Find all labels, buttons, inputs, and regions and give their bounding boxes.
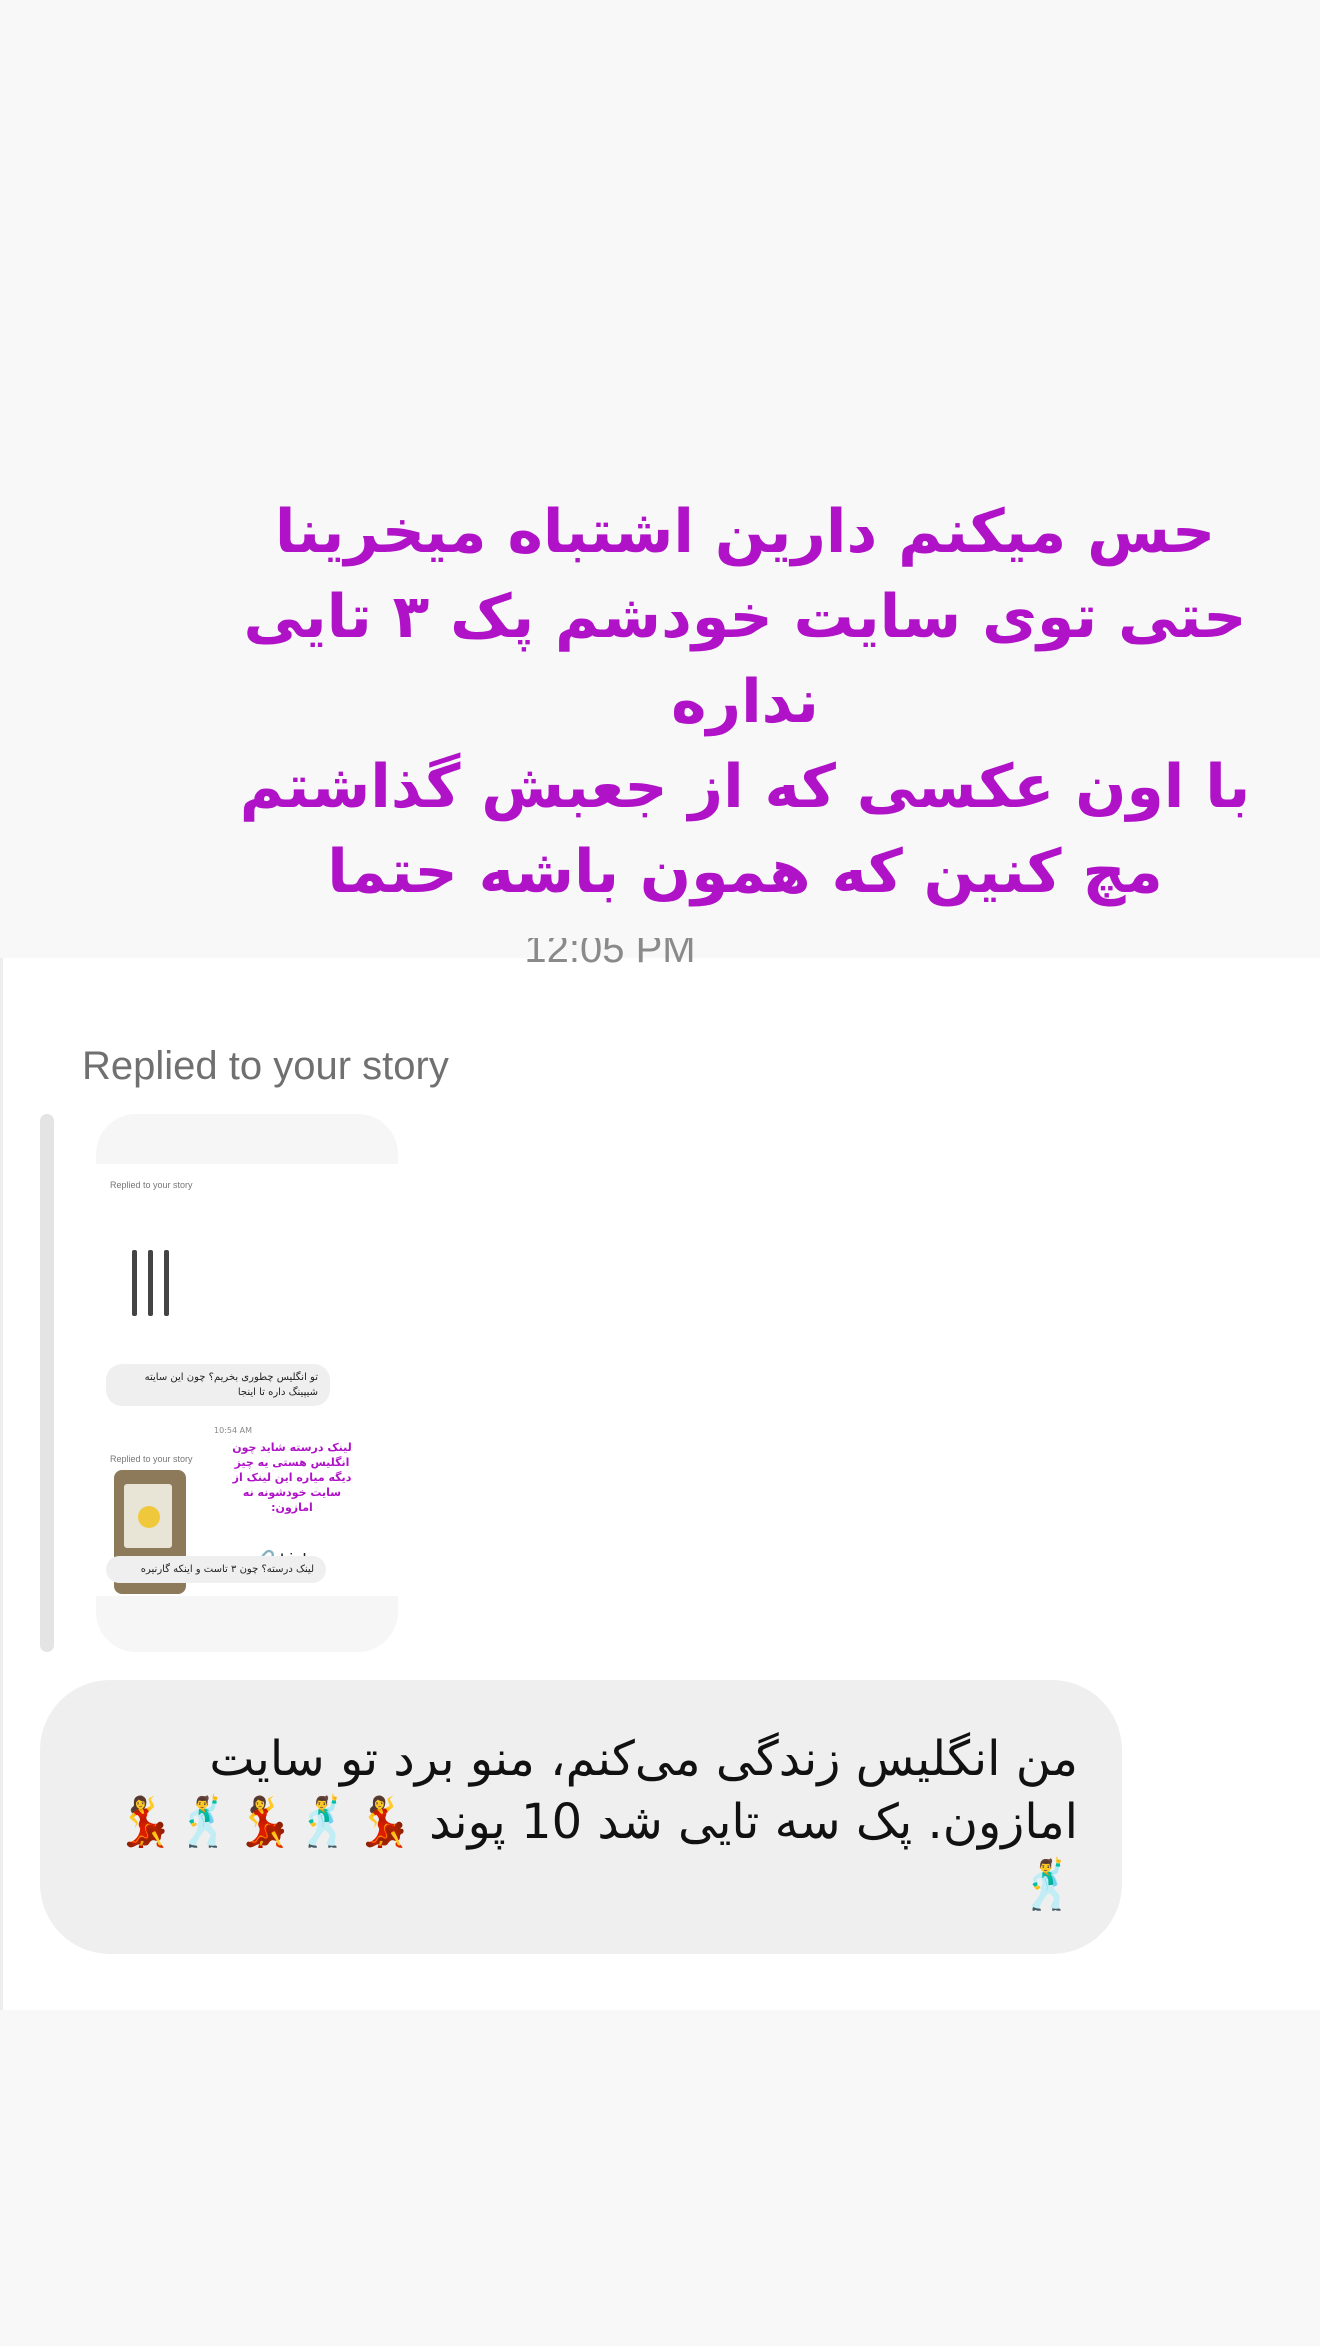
message-bubble[interactable]: من انگلیس زندگی می‌کنم، منو برد تو سایت … bbox=[40, 1680, 1122, 1954]
mini-timestamp: 10:54 AM bbox=[214, 1426, 252, 1435]
reply-indicator-bar bbox=[40, 1114, 54, 1652]
overlay-line: حتی توی سایت خودشم پک ۳ تایی bbox=[243, 582, 1247, 652]
overlay-line: حس میکنم دارین اشتباه میخرینا bbox=[274, 497, 1216, 567]
eyeliner-product-image bbox=[126, 1250, 182, 1320]
story-preview-card[interactable]: Replied to your story تو انگلیس چطوری بخ… bbox=[96, 1114, 398, 1652]
mini-purple-text: لینک درسته شاید چون انگلیس هستی یه چیز د… bbox=[232, 1441, 352, 1514]
lower-background bbox=[0, 2010, 1320, 2346]
overlay-line: مچ کنین که همون باشه حتما bbox=[327, 837, 1163, 907]
overlay-line: نداره bbox=[671, 667, 819, 737]
mini-replied-label: Replied to your story bbox=[110, 1180, 193, 1190]
mini-replied-label: Replied to your story bbox=[110, 1454, 193, 1464]
overlay-line: با اون عکسی که از جعبش گذاشتم bbox=[239, 752, 1251, 822]
mini-message-bubble: لینک درسته؟ چون ۳ تاست و اینکه گارنیره bbox=[106, 1556, 326, 1583]
mini-message-bubble: تو انگلیس چطوری بخریم؟ چون این سایته شیپ… bbox=[106, 1364, 330, 1406]
story-overlay-text: حس میکنم دارین اشتباه میخرینا حتی توی سا… bbox=[180, 490, 1310, 915]
replied-to-story-label: Replied to your story bbox=[82, 1044, 449, 1088]
message-timestamp: 12:05 PM bbox=[524, 938, 696, 971]
story-preview-screenshot: Replied to your story تو انگلیس چطوری بخ… bbox=[96, 1164, 398, 1596]
